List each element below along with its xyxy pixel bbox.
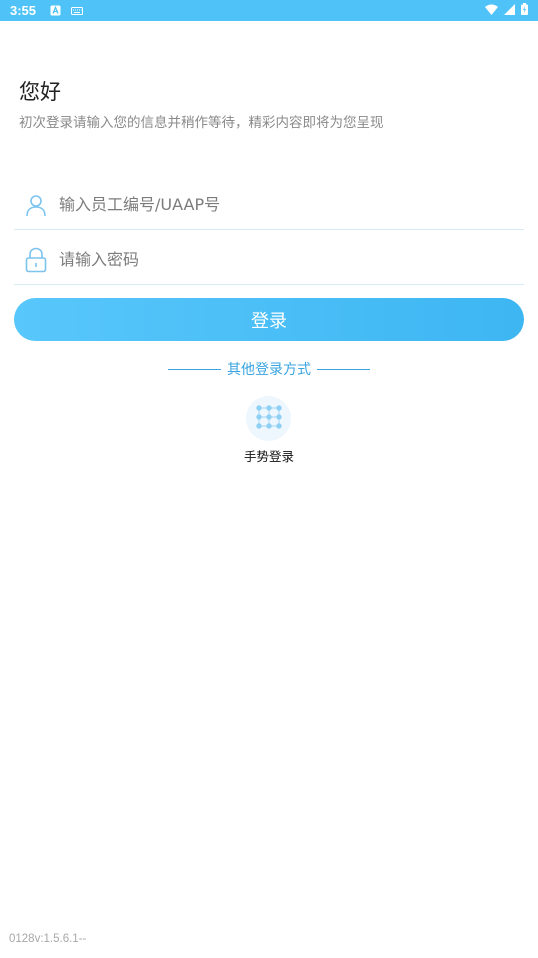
keyboard-icon [71, 6, 84, 15]
login-button[interactable]: 登录 [14, 298, 524, 341]
a-notification-icon [50, 5, 61, 16]
lock-icon [14, 247, 58, 273]
wifi-icon [485, 2, 498, 20]
gesture-login-label[interactable]: 手势登录 [244, 446, 294, 465]
user-id-input[interactable] [59, 195, 479, 214]
password-input[interactable] [59, 250, 479, 269]
gesture-grid-icon [255, 404, 282, 433]
other-login-title: 其他登录方式 [227, 362, 311, 378]
user-icon [14, 193, 58, 217]
version-text: 0128v:1.5.6.1-- [9, 933, 87, 945]
greeting-title: 您好 [19, 80, 61, 104]
password-field[interactable] [14, 235, 524, 285]
signal-icon [504, 2, 515, 20]
gesture-login-button[interactable] [246, 396, 291, 441]
status-time: 3:55 [10, 3, 37, 18]
other-login-divider: 其他登录方式 [168, 359, 370, 379]
divider-line-right [317, 368, 370, 370]
battery-icon [521, 2, 528, 20]
greeting-subtitle: 初次登录请输入您的信息并稍作等待，精彩内容即将为您呈现 [19, 115, 384, 131]
divider-line-left [168, 368, 221, 370]
status-bar: 3:55 [0, 0, 538, 21]
user-id-field[interactable] [14, 180, 524, 230]
